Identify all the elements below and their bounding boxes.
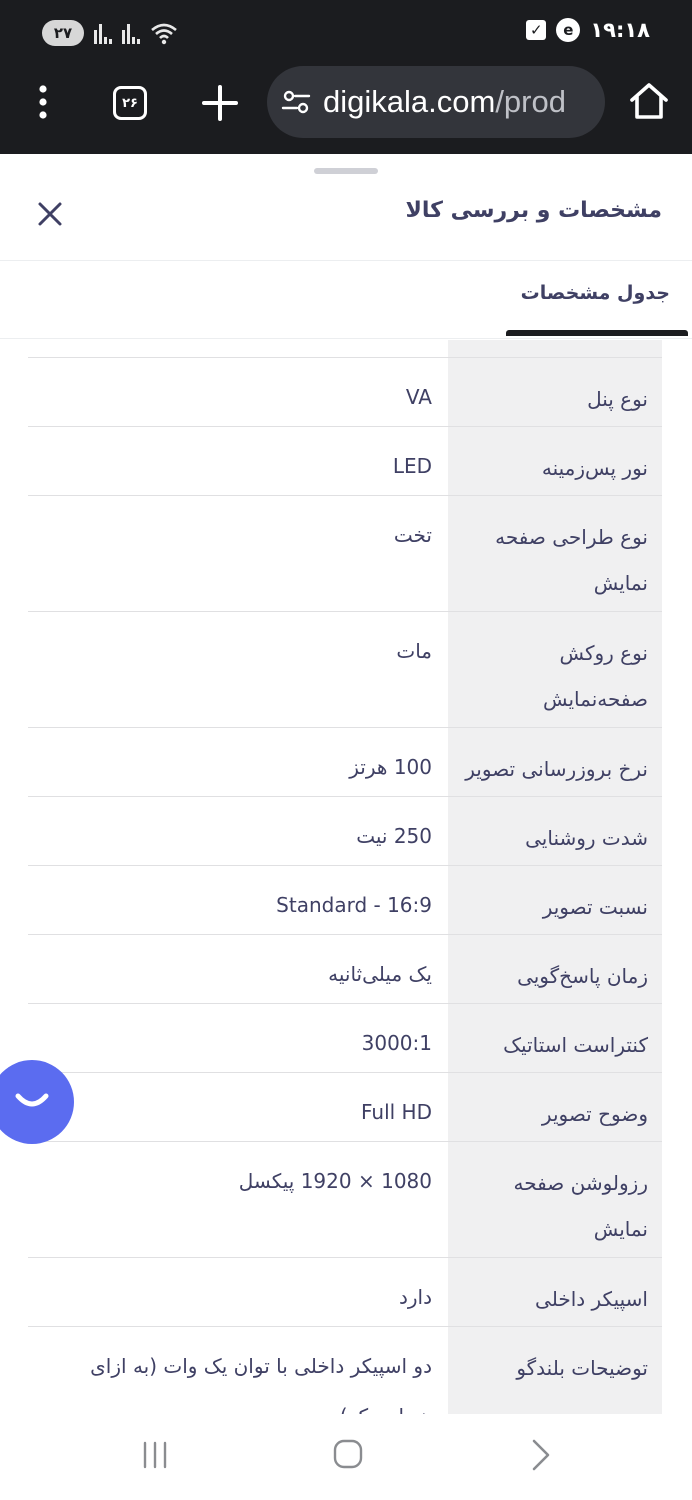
- address-bar[interactable]: digikala.com/prod: [267, 66, 605, 138]
- more-options-icon[interactable]: [30, 84, 56, 120]
- sheet-title: مشخصات و بررسی کالا: [405, 198, 662, 223]
- spec-key: شدت روشنایی: [448, 797, 662, 865]
- table-row: نوع پنل VA: [28, 357, 662, 426]
- back-icon[interactable]: [530, 1438, 552, 1472]
- wifi-icon: [151, 23, 177, 45]
- table-top-padding: [28, 340, 662, 357]
- spec-key: نوع پنل: [448, 358, 662, 426]
- status-right: ✓ e ۱۹:۱۸: [526, 18, 650, 42]
- specs-sheet: مشخصات و بررسی کالا جدول مشخصات نوع پنل …: [0, 154, 692, 1414]
- table-row: نوع روکش صفحه‌نمایش مات: [28, 611, 662, 727]
- spec-value: 1080 × 1920 پیکسل: [238, 1169, 432, 1193]
- spec-key: نوع طراحی صفحه نمایش: [448, 496, 662, 611]
- spec-key: نسبت تصویر: [448, 866, 662, 934]
- site-settings-icon[interactable]: [281, 87, 311, 117]
- smile-icon: [15, 1093, 49, 1107]
- browser-toolbar: ۲۶ digikala.com/prod: [0, 66, 692, 154]
- spec-value: دو اسپیکر داخلی با توان یک وات (به ازایه…: [90, 1354, 432, 1414]
- table-row: کنتراست استاتیک 3000:1: [28, 1003, 662, 1072]
- spec-key: وضوح تصویر: [448, 1073, 662, 1141]
- checkbox-icon: ✓: [526, 20, 547, 40]
- spec-value: 250 نیت: [356, 824, 432, 848]
- status-left: ۲۷: [42, 20, 178, 46]
- table-row: نوع طراحی صفحه نمایش تخت: [28, 495, 662, 611]
- table-row: رزولوشن صفحه نمایش 1080 × 1920 پیکسل: [28, 1141, 662, 1257]
- sheet-drag-handle[interactable]: [314, 168, 378, 174]
- table-row: زمان پاسخ‌گویی یک میلی‌ثانیه: [28, 934, 662, 1003]
- status-bar: ۲۷ ✓ e ۱۹:۱۸: [0, 0, 692, 66]
- table-row: شدت روشنایی 250 نیت: [28, 796, 662, 865]
- spec-key: اسپیکر داخلی: [448, 1258, 662, 1326]
- spec-key: نور پس‌زمینه: [448, 427, 662, 495]
- divider: [0, 260, 692, 261]
- spec-value: دارد: [398, 1285, 432, 1309]
- spec-value: LED: [392, 454, 432, 478]
- spec-key: رزولوشن صفحه نمایش: [448, 1142, 662, 1257]
- spec-key: زمان پاسخ‌گویی: [448, 935, 662, 1003]
- table-row: توضیحات بلندگو دو اسپیکر داخلی با توان ی…: [28, 1326, 662, 1414]
- spec-value: 3000:1: [361, 1031, 432, 1055]
- url-path: /prod: [495, 84, 566, 119]
- tab-switcher-button[interactable]: ۲۶: [113, 86, 147, 120]
- spec-value: تخت: [393, 523, 432, 547]
- table-row: نور پس‌زمینه LED: [28, 426, 662, 495]
- close-icon[interactable]: [36, 200, 64, 228]
- specs-table[interactable]: نوع پنل VA نور پس‌زمینه LED نوع طراحی صف…: [28, 340, 662, 1414]
- table-row: نرخ بروزرسانی تصویر 100 هرتز: [28, 727, 662, 796]
- spec-key: کنتراست استاتیک: [448, 1004, 662, 1072]
- home-nav-icon[interactable]: [333, 1439, 363, 1469]
- recent-apps-icon[interactable]: [140, 1440, 170, 1470]
- spec-key: نرخ بروزرسانی تصویر: [448, 728, 662, 796]
- spec-key: توضیحات بلندگو: [448, 1327, 662, 1414]
- spec-value: VA: [405, 385, 432, 409]
- spec-key: نوع روکش صفحه‌نمایش: [448, 612, 662, 727]
- table-row: وضوح تصویر Full HD: [28, 1072, 662, 1141]
- spec-value: Standard - 16:9: [276, 893, 432, 917]
- system-navigation-bar: [0, 1414, 692, 1500]
- divider: [0, 338, 692, 339]
- spec-value: 100 هرتز: [349, 755, 432, 779]
- signal-icon: [122, 22, 140, 44]
- table-row: نسبت تصویر Standard - 16:9: [28, 865, 662, 934]
- notification-count-badge: ۲۷: [42, 20, 84, 46]
- clock: ۱۹:۱۸: [590, 18, 650, 42]
- active-tab-indicator: [506, 330, 688, 336]
- digikala-icon: e: [556, 18, 581, 42]
- home-icon[interactable]: [628, 80, 670, 122]
- spec-value: یک میلی‌ثانیه: [328, 962, 432, 986]
- spec-value: مات: [396, 639, 432, 663]
- signal-icon: [94, 22, 112, 44]
- specs-table-body: نوع پنل VA نور پس‌زمینه LED نوع طراحی صف…: [28, 340, 662, 1414]
- spec-value: Full HD: [361, 1100, 432, 1124]
- new-tab-icon[interactable]: [201, 84, 239, 122]
- url-text: digikala.com/prod: [323, 84, 566, 120]
- table-row: اسپیکر داخلی دارد: [28, 1257, 662, 1326]
- url-domain: digikala.com: [323, 84, 496, 119]
- tab-specifications[interactable]: جدول مشخصات: [521, 282, 670, 304]
